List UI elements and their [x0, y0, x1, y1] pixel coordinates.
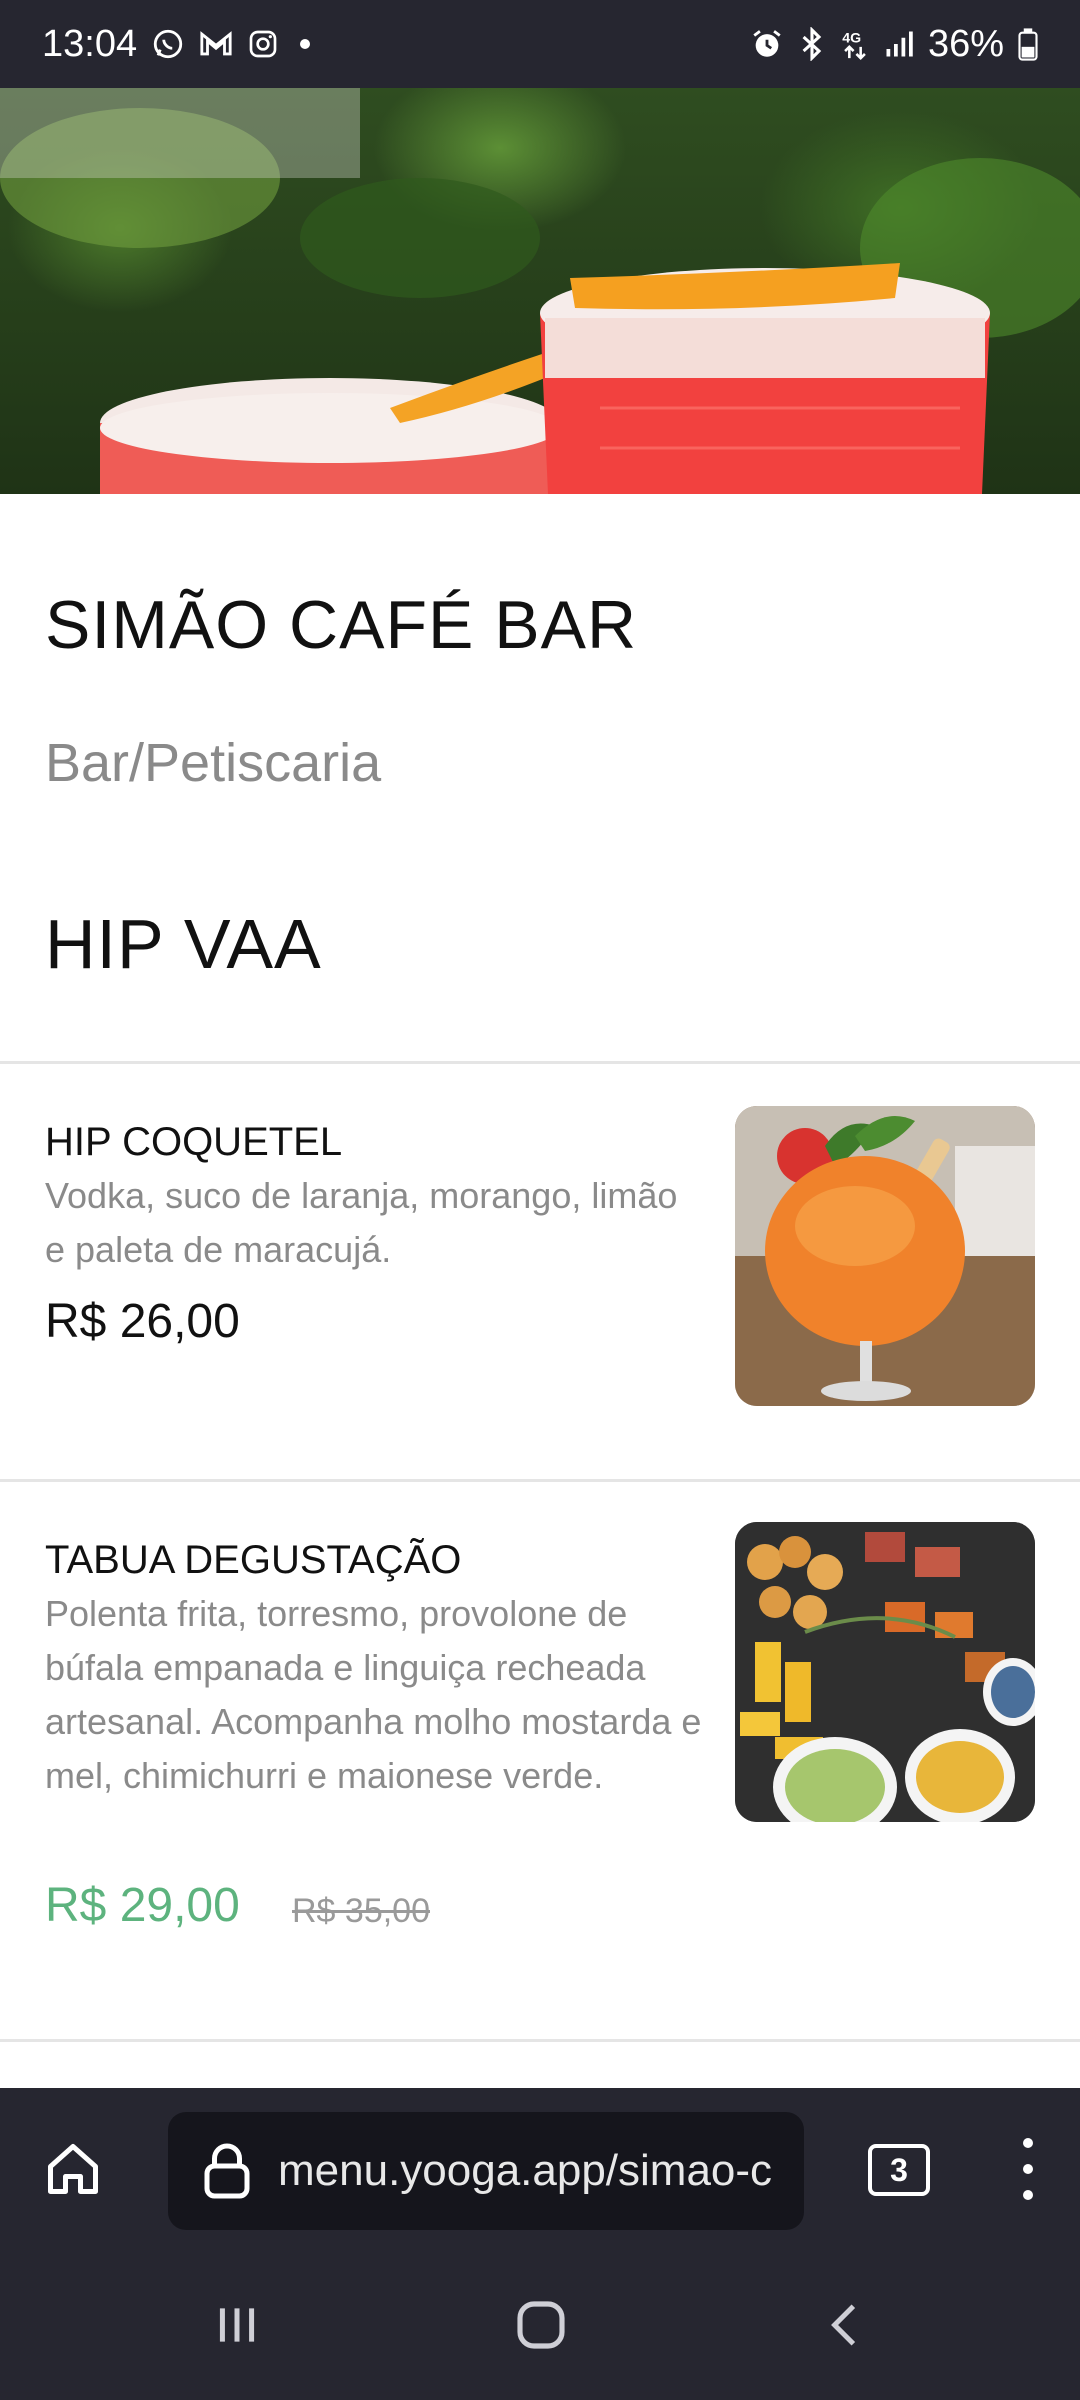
item-description: Vodka, suco de laranja, morango, limão e… [45, 1175, 678, 1270]
divider [0, 2039, 1080, 2042]
lock-icon [204, 2143, 250, 2199]
item-description: Polenta frita, torresmo, provolone de bú… [45, 1593, 702, 1796]
item-name: HIP COQUETEL [45, 1120, 343, 1164]
address-bar[interactable]: menu.yooga.app/simao-c [168, 2112, 804, 2230]
gmail-icon [199, 29, 233, 59]
system-nav-bar [0, 2250, 1080, 2400]
svg-text:4G: 4G [842, 31, 861, 47]
instagram-icon [247, 28, 279, 60]
alarm-icon [750, 27, 784, 61]
more-dot-icon [1023, 2164, 1033, 2174]
home-nav-icon [517, 2301, 565, 2349]
tabs-button[interactable]: 3 [868, 2144, 930, 2196]
dot-icon [293, 32, 317, 56]
hero-image [0, 88, 1080, 494]
status-bar: 13:04 4G 36% [0, 0, 1080, 88]
more-dot-icon [1023, 2138, 1033, 2148]
signal-icon [884, 29, 914, 59]
whatsapp-icon [151, 27, 185, 61]
browser-toolbar: menu.yooga.app/simao-c 3 [0, 2088, 1080, 2250]
bluetooth-icon [798, 27, 826, 61]
url-text: menu.yooga.app/simao-c [278, 2146, 773, 2195]
home-icon [48, 2144, 98, 2194]
item-image [735, 1106, 1035, 1406]
home-button[interactable] [38, 2134, 108, 2204]
restaurant-category: Bar/Petiscaria [45, 733, 382, 793]
recent-apps-icon [219, 2308, 255, 2342]
more-options-button[interactable] [1010, 2132, 1046, 2206]
back-icon [831, 2304, 856, 2346]
item-name: TABUA DEGUSTAÇÃO [45, 1538, 462, 1582]
battery-percent: 36% [927, 22, 1004, 65]
battery-icon [1018, 27, 1038, 61]
item-sale-price: R$ 29,00 [45, 1879, 240, 1932]
recent-apps-button[interactable] [192, 2290, 282, 2360]
item-image [735, 1522, 1035, 1822]
restaurant-name: SIMÃO CAFÉ BAR [45, 587, 638, 663]
more-dot-icon [1023, 2190, 1033, 2200]
item-old-price: R$ 35,00 [292, 1892, 430, 1930]
item-price: R$ 26,00 [45, 1295, 240, 1348]
home-nav-button[interactable] [496, 2290, 586, 2360]
status-time: 13:04 [42, 22, 138, 65]
section-title: HIP VAA [45, 905, 322, 983]
menu-item-tabua-degustacao[interactable]: TABUA DEGUSTAÇÃO Polenta frita, torresmo… [0, 1482, 1080, 2037]
4g-icon: 4G [840, 27, 870, 61]
back-button[interactable] [800, 2290, 890, 2360]
